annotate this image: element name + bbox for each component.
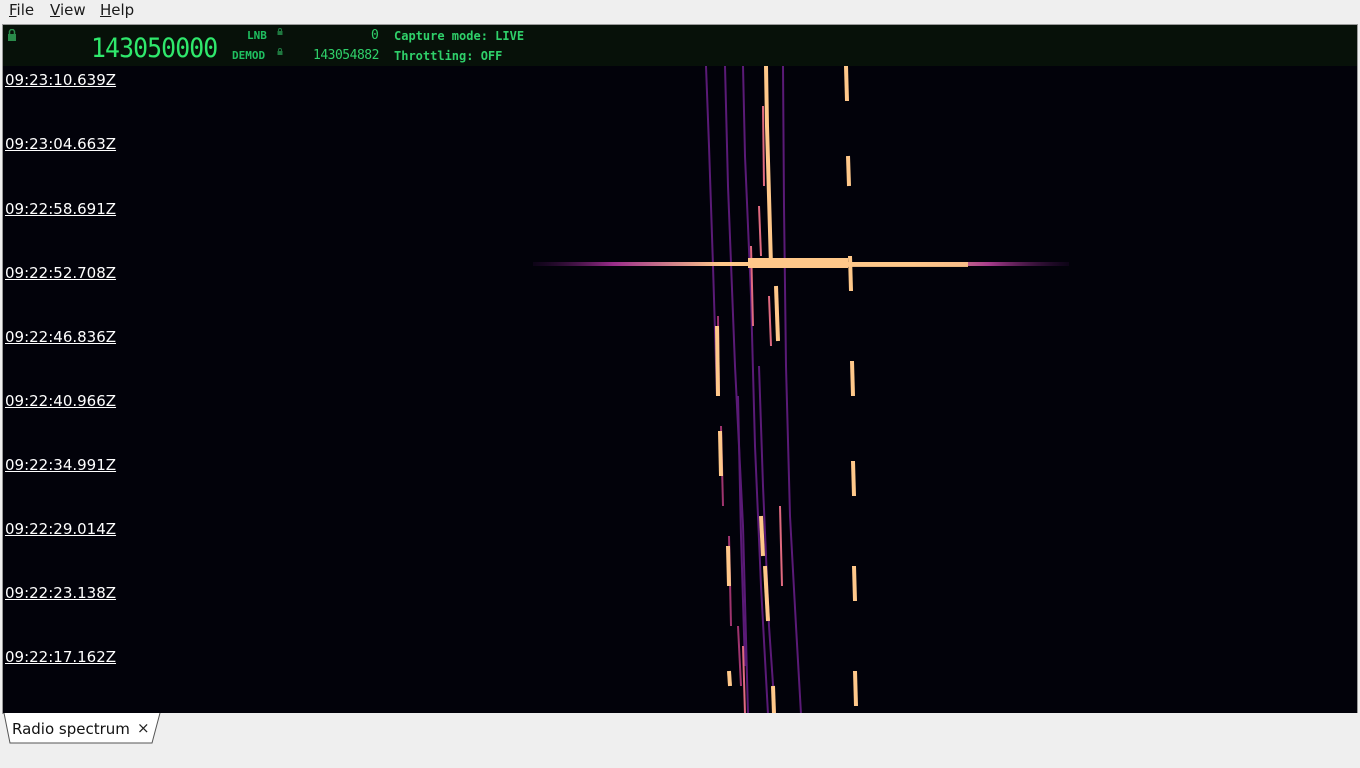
timestamp-label[interactable]: 09:22:58.691Z	[5, 200, 116, 218]
waterfall-display[interactable]	[3, 66, 1357, 714]
demod-value[interactable]: 143054882	[313, 48, 379, 63]
timestamp-label[interactable]: 09:22:23.138Z	[5, 584, 116, 602]
demod-lock-icon[interactable]	[277, 48, 283, 55]
timestamp-label[interactable]: 09:22:29.014Z	[5, 520, 116, 538]
throttling-text: Throttling: OFF	[394, 49, 503, 63]
tab-label: Radio spectrum	[12, 720, 130, 738]
tab-radio-spectrum[interactable]: Radio spectrum ×	[2, 713, 161, 744]
menu-file[interactable]: File	[9, 1, 34, 19]
timestamp-label[interactable]: 09:22:17.162Z	[5, 648, 116, 666]
frequency-display[interactable]: 143050000	[91, 33, 218, 64]
status-bar: 143050000 LNB 0 DEMOD 143054882 Capture …	[3, 25, 1357, 66]
close-icon[interactable]: ×	[137, 719, 150, 737]
menu-help[interactable]: Help	[100, 1, 134, 19]
capture-mode-text: Capture mode: LIVE	[394, 29, 525, 43]
lnb-lock-icon[interactable]	[277, 28, 283, 35]
tab-bar: Radio spectrum ×	[0, 713, 1360, 768]
timestamp-label[interactable]: 09:23:04.663Z	[5, 135, 116, 153]
timestamp-label[interactable]: 09:22:34.991Z	[5, 456, 116, 474]
lock-icon[interactable]	[7, 29, 17, 41]
menu-bar: File View Help	[0, 0, 1360, 22]
timestamp-label[interactable]: 09:22:40.966Z	[5, 392, 116, 410]
lnb-label: LNB	[247, 29, 267, 42]
timestamp-label[interactable]: 09:22:52.708Z	[5, 264, 116, 282]
spectrum-panel: 143050000 LNB 0 DEMOD 143054882 Capture …	[2, 24, 1358, 715]
timestamp-label[interactable]: 09:22:46.836Z	[5, 328, 116, 346]
lnb-value[interactable]: 0	[371, 28, 379, 43]
timestamp-label[interactable]: 09:23:10.639Z	[5, 71, 116, 89]
demod-label: DEMOD	[232, 49, 266, 62]
timestamp-column: 09:23:10.639Z 09:23:04.663Z 09:22:58.691…	[3, 66, 203, 714]
menu-view[interactable]: View	[50, 1, 86, 19]
